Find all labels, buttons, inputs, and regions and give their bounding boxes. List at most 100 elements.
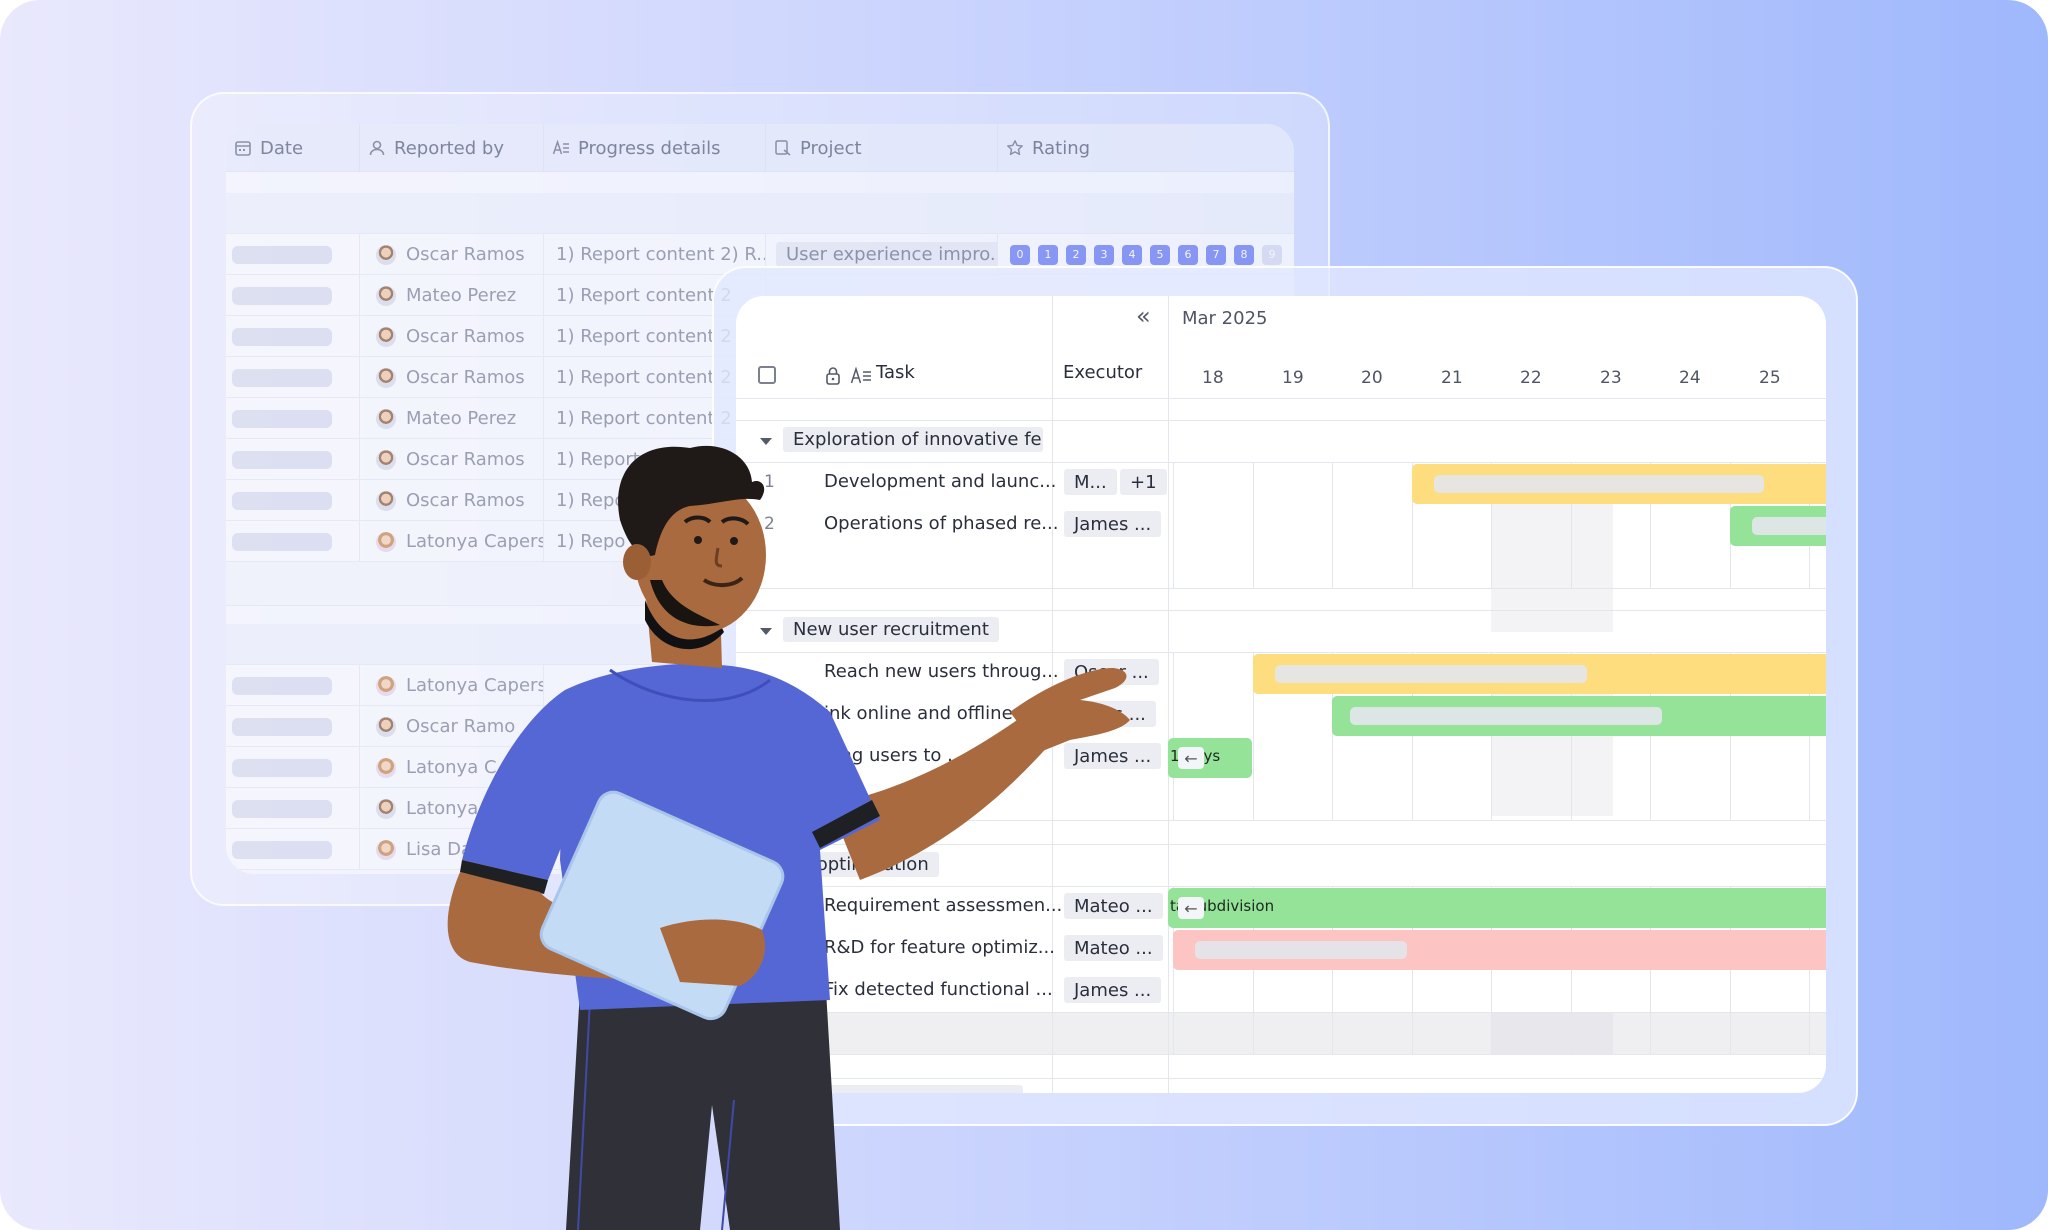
executor-column-header[interactable]: Executor (1063, 362, 1142, 383)
task-name[interactable]: Fix detected functional ... (824, 979, 1053, 1000)
executor-tag[interactable]: M... (1064, 469, 1117, 495)
task-name[interactable]: Development and launc... (824, 471, 1056, 492)
gantt-bar[interactable] (1173, 930, 1826, 970)
executor-tag[interactable]: James ... (1064, 511, 1162, 537)
spreadsheet-header: Date Reported by Progress details Projec… (226, 124, 1294, 172)
reporter-cell[interactable]: Latonya Capers (360, 521, 544, 562)
rating-option[interactable]: 2 (1066, 244, 1086, 265)
date-cell[interactable] (226, 439, 360, 480)
rating-option[interactable]: 4 (1122, 244, 1142, 265)
hero-stage: Date Reported by Progress details Projec… (0, 0, 2048, 1230)
reporter-cell[interactable]: Oscar Ramos (360, 316, 544, 357)
date-cell[interactable] (226, 521, 360, 562)
avatar (376, 716, 396, 737)
rating-option[interactable]: 5 (1150, 244, 1170, 265)
divider (736, 886, 1826, 887)
date-cell[interactable] (226, 747, 360, 788)
date-cell[interactable] (226, 398, 360, 439)
column-rating[interactable]: Rating (998, 124, 1294, 172)
divider (736, 820, 1826, 821)
arrow-left-icon[interactable]: ← (1178, 897, 1204, 919)
column-progress[interactable]: Progress details (544, 124, 766, 172)
reporter-cell[interactable]: Oscar Ramos (360, 439, 544, 480)
group-label-partial[interactable] (783, 1085, 1023, 1093)
column-project-label: Project (800, 137, 862, 159)
date-cell[interactable] (226, 665, 360, 706)
date-placeholder (232, 368, 332, 387)
date-cell[interactable] (226, 706, 360, 747)
add-task-icon[interactable]: + (746, 543, 768, 573)
column-project[interactable]: Project (766, 124, 998, 172)
executor-tag[interactable]: Mateo ... (1064, 893, 1163, 919)
collapse-caret-icon[interactable] (760, 628, 772, 635)
date-cell[interactable] (226, 357, 360, 398)
executor-tag[interactable]: ames ... (1064, 701, 1156, 727)
reporter-cell[interactable]: Latonya Capers (360, 665, 544, 706)
task-column-header[interactable]: Task (876, 362, 915, 383)
date-cell[interactable] (226, 788, 360, 829)
task-name[interactable]: ding users to ... (824, 745, 964, 766)
reporter-cell[interactable]: Mateo Perez (360, 275, 544, 316)
gantt-bar[interactable]: 1( lays ← (1168, 738, 1252, 778)
reporter-cell[interactable]: Lisa Da (360, 829, 544, 870)
reporter-name: Latonya (406, 798, 479, 819)
reporter-cell[interactable]: Oscar Ramos (360, 357, 544, 398)
task-name[interactable]: Operations of phased re... (824, 513, 1058, 534)
project-tag: User experience impro... (776, 242, 997, 267)
date-placeholder (232, 286, 332, 305)
rating-option[interactable]: 3 (1094, 244, 1114, 265)
progress-text: 1) Report content 2 (556, 367, 732, 388)
rating-option[interactable]: 6 (1178, 244, 1198, 265)
divider (736, 610, 1826, 611)
task-name[interactable]: ink online and offline (824, 703, 1013, 724)
task-name[interactable]: R&D for feature optimiz... (824, 937, 1055, 958)
executor-tag[interactable]: James ... (1064, 743, 1162, 769)
column-reported-by[interactable]: Reported by (360, 124, 544, 172)
group-label[interactable]: New user recruitment (783, 617, 999, 642)
date-placeholder (232, 840, 332, 859)
reporter-cell[interactable]: Latonya C (360, 747, 544, 788)
bar-label-placeholder (1434, 475, 1764, 493)
collapse-caret-icon[interactable] (760, 438, 772, 445)
collapse-panel-icon[interactable]: « (1136, 302, 1151, 330)
date-cell[interactable] (226, 275, 360, 316)
date-cell[interactable] (226, 234, 360, 275)
avatar (376, 531, 396, 552)
executor-tag[interactable]: James ... (1064, 977, 1162, 1003)
reporter-cell[interactable]: Latonya (360, 788, 544, 829)
task-name[interactable]: Requirement assessmen... (824, 895, 1062, 916)
calendar-icon (235, 141, 251, 156)
day-gridline (1173, 652, 1174, 820)
date-placeholder (232, 245, 332, 264)
gantt-bar[interactable] (1332, 696, 1826, 736)
rating-option[interactable]: 1 (1038, 244, 1058, 265)
group-label[interactable]: ro optimization (783, 852, 939, 877)
divider (736, 588, 1826, 589)
reporter-cell[interactable]: Oscar Ramo (360, 706, 544, 747)
rating-option[interactable]: 0 (1010, 244, 1030, 265)
date-placeholder (232, 327, 332, 346)
rating-option[interactable]: 7 (1206, 244, 1226, 265)
rating-option[interactable]: 8 (1234, 244, 1254, 265)
reporter-cell[interactable]: Oscar Ramos (360, 234, 544, 275)
executor-tag[interactable]: Mateo ... (1064, 935, 1163, 961)
date-cell[interactable] (226, 480, 360, 521)
executor-tag[interactable]: Oscar ... (1064, 659, 1159, 685)
reporter-cell[interactable]: Oscar Ramos (360, 480, 544, 521)
group-label[interactable]: Exploration of innovative fe... (783, 427, 1043, 452)
task-name[interactable]: Reach new users throug... (824, 661, 1059, 682)
rating-scale[interactable]: 0 1 2 3 4 5 6 7 8 9 (1010, 244, 1282, 265)
date-cell[interactable] (226, 829, 360, 870)
weekend-shade (1491, 1012, 1613, 1054)
column-date[interactable]: Date (226, 124, 360, 172)
gantt-bar[interactable]: ta subdivision ← (1168, 888, 1826, 928)
gantt-bar[interactable] (1412, 464, 1826, 504)
gantt-bar[interactable] (1730, 506, 1826, 546)
rating-option[interactable]: 9 (1262, 244, 1282, 265)
date-cell[interactable] (226, 316, 360, 357)
gantt-bar[interactable] (1253, 654, 1826, 694)
reporter-cell[interactable]: Mateo Perez (360, 398, 544, 439)
select-all-checkbox[interactable] (758, 366, 776, 384)
arrow-left-icon[interactable]: ← (1178, 747, 1204, 769)
executor-more-tag[interactable]: +1 (1120, 469, 1167, 495)
